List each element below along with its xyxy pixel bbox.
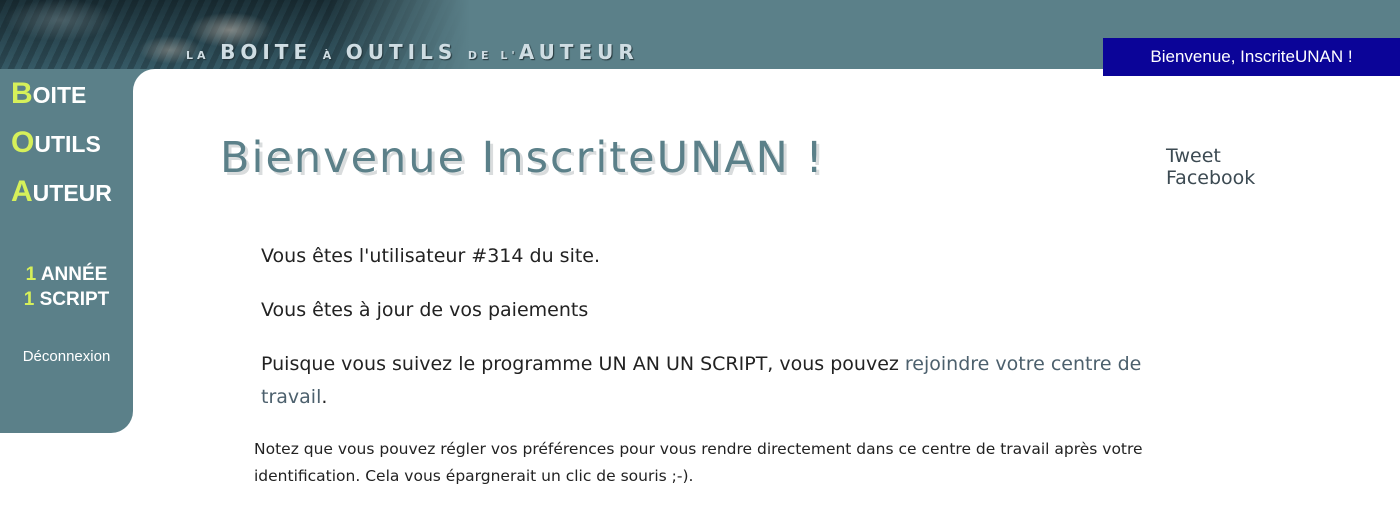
facebook-link[interactable]: Facebook [1166,167,1255,189]
sidebar-program-link[interactable]: 1 ANNÉE 1 SCRIPT [0,262,133,312]
payment-status-text: Vous êtes à jour de vos paiements [261,299,589,321]
preferences-note: Notez que vous pouvez régler vos préfére… [254,440,1143,485]
brand-line-boite: BOITE [11,77,87,110]
brand-line-outils: OUTILS [11,126,101,159]
main-content: Vous êtes l'utilisateur #314 du site. Vo… [261,240,1211,440]
welcome-badge: Bienvenue, InscriteUNAN ! [1103,38,1400,76]
program-line-annee: 1 ANNÉE [25,264,108,285]
program-paragraph: Puisque vous suivez le programme UN AN U… [261,353,1142,408]
logout-link[interactable]: Déconnexion [0,348,133,365]
banner-title: LA BOITE À OUTILS DE L'AUTEUR [186,40,639,64]
tweet-link[interactable]: Tweet [1166,145,1255,167]
brand-line-auteur: AUTEUR [11,175,112,208]
page-title: Bienvenue InscriteUNAN ! [220,133,825,183]
social-links: Tweet Facebook [1166,145,1255,189]
program-line-script: 1 SCRIPT [23,289,110,310]
sidebar-brand-logo[interactable]: BOITE OUTILS AUTEUR [11,77,112,224]
user-number-text: Vous êtes l'utilisateur #314 du site. [261,245,601,267]
